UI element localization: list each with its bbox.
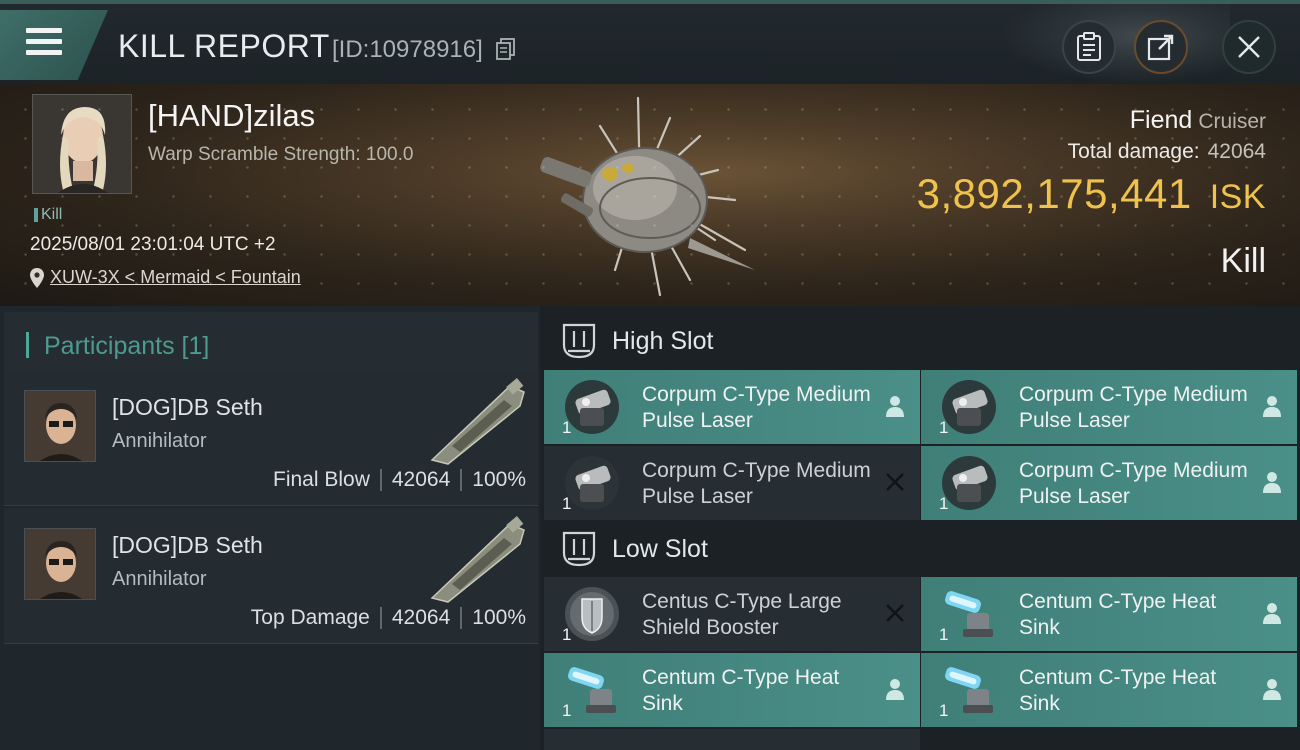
module-qty: 1 (562, 418, 572, 437)
module-slot[interactable]: 1 Centum C-Type Heat Sink (921, 577, 1297, 651)
module-qty: 1 (562, 494, 572, 513)
total-damage-value: 42064 (1207, 140, 1266, 163)
close-button[interactable] (1222, 20, 1276, 74)
destroyed-x-icon (886, 473, 904, 491)
pilot-portrait-image (33, 95, 131, 193)
participant-ship-image (430, 516, 525, 603)
module-slot[interactable]: 1 Centum C-Type Heat Sink (544, 653, 920, 727)
close-icon (1238, 36, 1260, 58)
dropped-person-icon (1263, 472, 1281, 493)
hamburger-menu-icon[interactable] (26, 28, 62, 56)
low-slot-header: Low Slot (544, 518, 1298, 580)
victim-name[interactable]: [HAND]zilas (148, 98, 315, 134)
module-qty: 1 (939, 494, 949, 513)
fitting-panel: High Slot 1 Corpum C-Type Medium Pulse L… (540, 306, 1300, 750)
top-bar: KILL REPORT [ID:10978916] (0, 0, 1300, 84)
module-slot[interactable]: 1 Corpum C-Type Medium Pulse Laser (921, 446, 1297, 520)
participant-role: Top Damage (250, 606, 370, 629)
participant-stats: Final Blow 42064 100% (273, 468, 526, 492)
location-pin-icon (30, 267, 44, 288)
warp-scramble-strength: Warp Scramble Strength: 100.0 (148, 144, 414, 165)
share-icon (1147, 34, 1174, 61)
dropped-person-icon (1263, 396, 1281, 417)
isk-unit: ISK (1209, 178, 1266, 216)
module-name: Centus C-Type Large Shield Booster (642, 590, 842, 639)
clipboard-icon (1077, 32, 1101, 61)
total-damage-label: Total damage: (1067, 140, 1200, 163)
module-slot[interactable]: 1 Centus C-Type Large Shield Booster (544, 577, 920, 651)
participant-row[interactable]: [DOG]DB Seth Annihilator Top Damage 4206… (4, 508, 538, 644)
total-damage: Total damage: 42064 (1068, 140, 1266, 164)
participant-percent: 100% (472, 606, 526, 629)
module-qty: 1 (939, 701, 949, 720)
module-name: Corpum C-Type Medium Pulse Laser (1019, 383, 1248, 432)
module-slot[interactable]: 1 Corpum C-Type Medium Pulse Laser (544, 370, 920, 444)
isk-value: 3,892,175,441 ISK (917, 170, 1266, 218)
module-slot[interactable]: 1 Centum C-Type Heat Sink (921, 653, 1297, 727)
module-qty: 1 (939, 625, 949, 644)
module-name: Centum C-Type Heat Sink (1019, 590, 1217, 639)
module-slot-partial[interactable] (544, 729, 920, 750)
low-slot-label: Low Slot (612, 534, 708, 563)
module-name: Corpum C-Type Medium Pulse Laser (642, 383, 871, 432)
victim-ship-image (540, 96, 755, 297)
copy-icon[interactable] (496, 38, 516, 60)
participant-stats: Top Damage 42064 100% (251, 606, 526, 630)
dropped-person-icon (1263, 603, 1281, 624)
kill-type-label: Kill (41, 206, 63, 223)
page-title: KILL REPORT (118, 28, 330, 64)
victim-summary: [HAND]zilas Warp Scramble Strength: 100.… (0, 84, 1300, 306)
victim-ship: Fiend Cruiser (1130, 106, 1266, 135)
high-slot-label: High Slot (612, 326, 714, 355)
module-slot[interactable]: 1 Corpum C-Type Medium Pulse Laser (544, 446, 920, 520)
victim-ship-class: Cruiser (1198, 110, 1266, 133)
participant-name: [DOG]DB Seth (112, 394, 263, 420)
module-name: Centum C-Type Heat Sink (642, 666, 840, 715)
kill-report-id: [ID:10978916] (332, 36, 483, 63)
kill-location-link[interactable]: XUW-3X < Mermaid < Fountain (30, 267, 301, 288)
participant-role: Final Blow (273, 468, 370, 491)
participant-name: [DOG]DB Seth (112, 532, 263, 558)
result-label: Kill (1220, 242, 1266, 280)
module-qty: 1 (562, 625, 572, 644)
participant-avatar (24, 528, 96, 600)
share-button[interactable] (1134, 20, 1188, 74)
clipboard-button[interactable] (1062, 20, 1116, 74)
participant-damage: 42064 (391, 606, 451, 629)
module-name: Corpum C-Type Medium Pulse Laser (1019, 459, 1248, 508)
dropped-person-icon (886, 396, 904, 417)
participants-heading: Participants [1] (44, 332, 210, 360)
victim-ship-name: Fiend (1129, 106, 1193, 134)
module-qty: 1 (562, 701, 572, 720)
module-name: Centum C-Type Heat Sink (1019, 666, 1217, 715)
kill-type-tag: Kill (34, 206, 62, 224)
participant-damage: 42064 (391, 468, 451, 491)
high-slot-header: High Slot (544, 310, 1298, 372)
high-slot-icon (562, 323, 596, 359)
dropped-person-icon (1263, 679, 1281, 700)
participants-panel: Participants [1] [DOG]DB Seth Annihilato… (0, 306, 540, 750)
dropped-person-icon (886, 679, 904, 700)
participant-ship-image (430, 378, 525, 465)
module-slot[interactable]: 1 Corpum C-Type Medium Pulse Laser (921, 370, 1297, 444)
low-slot-icon (562, 531, 596, 567)
participant-row[interactable]: [DOG]DB Seth Annihilator Final Blow 4206… (4, 370, 538, 506)
participants-header: Participants [1] (4, 312, 538, 370)
isk-amount: 3,892,175,441 (916, 170, 1192, 217)
destroyed-x-icon (886, 604, 904, 622)
participant-ship: Annihilator (112, 430, 207, 452)
module-name: Corpum C-Type Medium Pulse Laser (642, 459, 871, 508)
module-qty: 1 (939, 418, 949, 437)
participant-percent: 100% (472, 468, 526, 491)
participant-ship: Annihilator (112, 568, 207, 590)
participant-avatar (24, 390, 96, 462)
kill-datetime: 2025/08/01 23:01:04 UTC +2 (30, 234, 276, 255)
location-text: XUW-3X < Mermaid < Fountain (50, 267, 301, 287)
victim-portrait[interactable] (32, 94, 132, 194)
